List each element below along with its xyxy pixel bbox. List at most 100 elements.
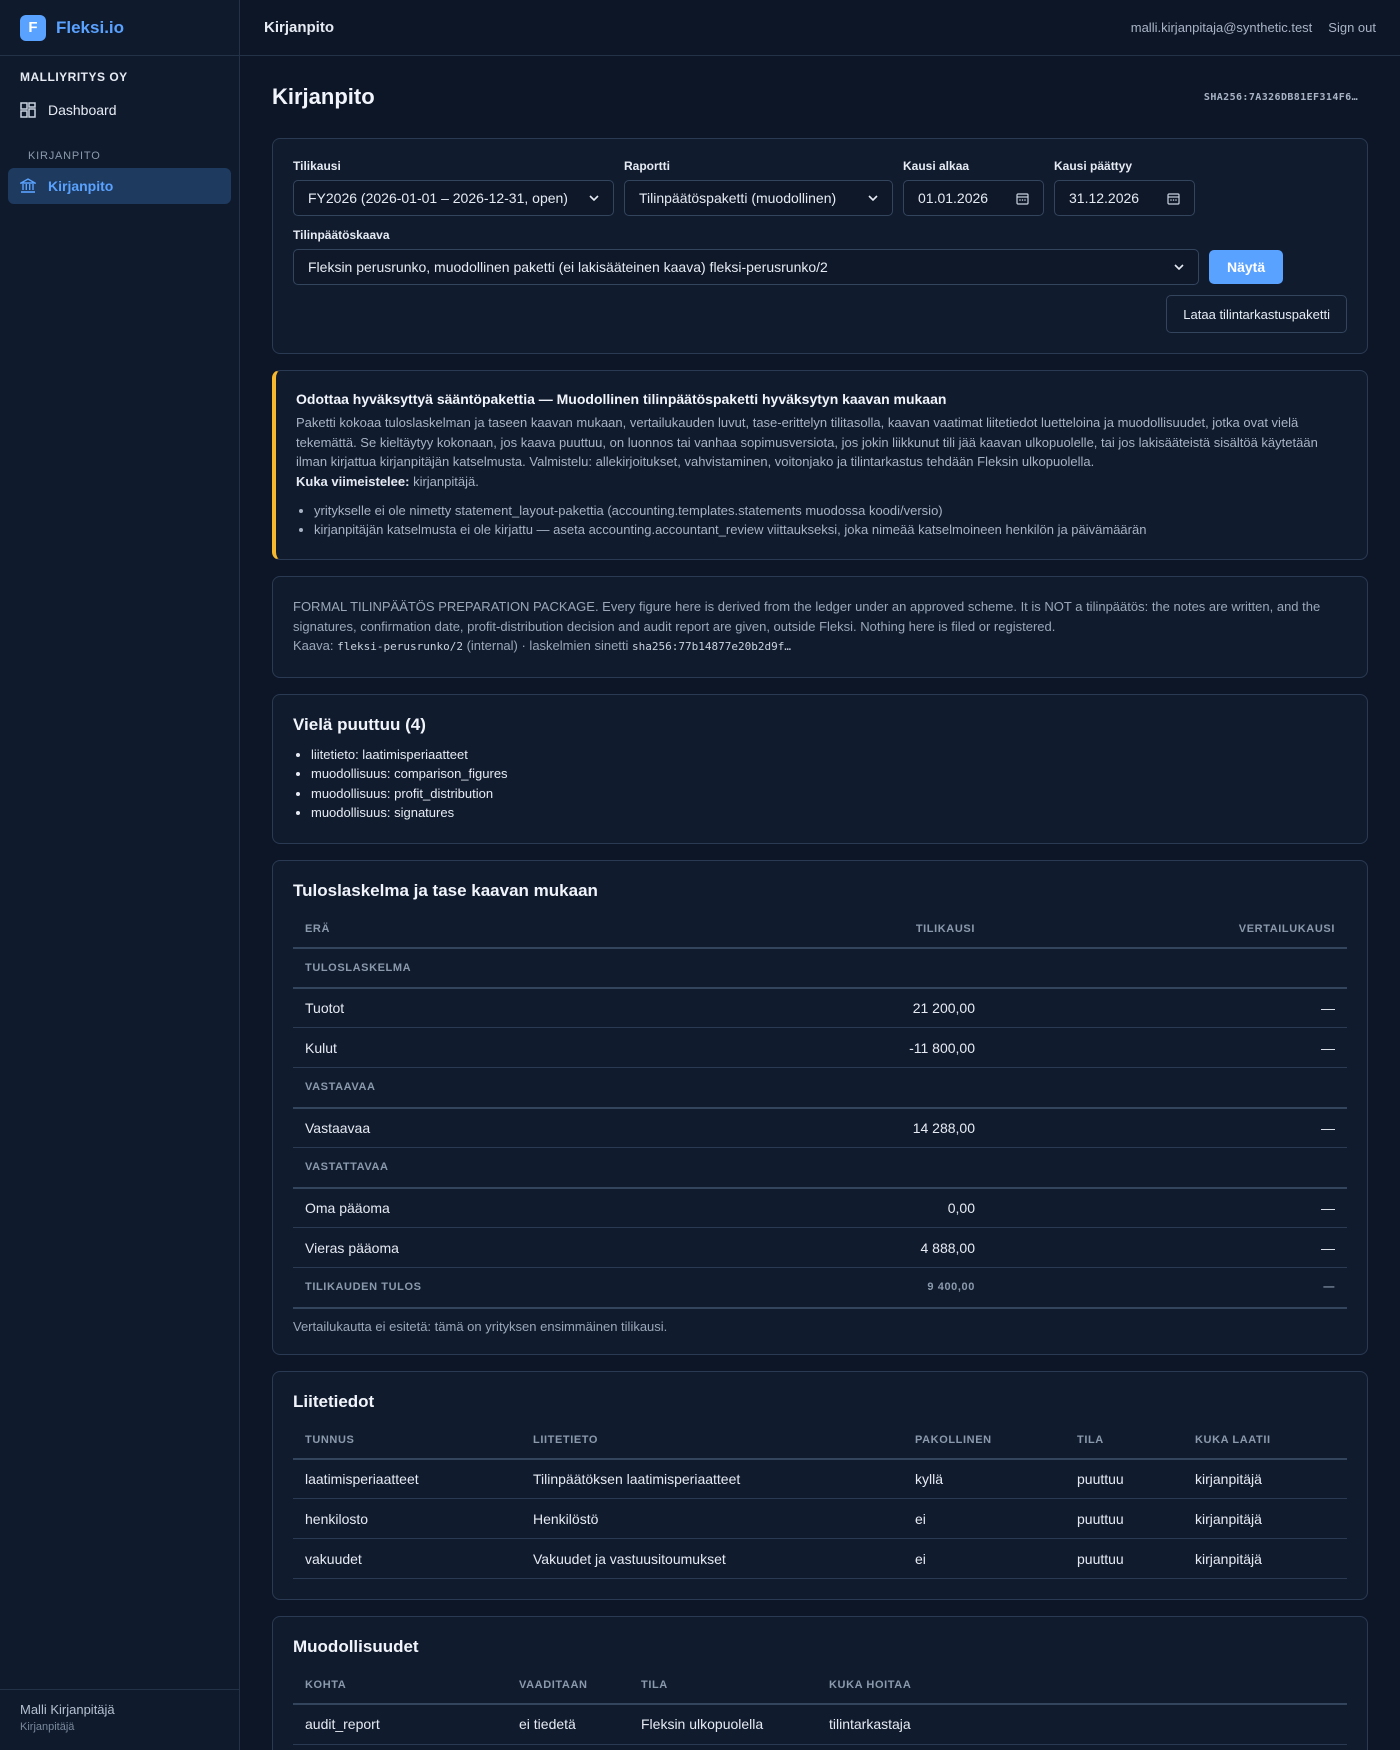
sidebar-section-label: KIRJANPITO bbox=[28, 150, 101, 162]
cell: vakuudet bbox=[293, 1538, 521, 1579]
warning-body-text: Paketti kokoaa tuloslaskelman ja taseen … bbox=[296, 415, 1318, 469]
sign-out-link[interactable]: Sign out bbox=[1328, 20, 1376, 35]
sidebar-item-dashboard[interactable]: Dashboard bbox=[8, 92, 231, 128]
calendar-icon[interactable] bbox=[1167, 192, 1180, 205]
cell: Henkilöstö bbox=[521, 1498, 903, 1539]
user-name: Malli Kirjanpitäjä bbox=[20, 1702, 115, 1717]
kaava-select[interactable]: Fleksin perusrunko, muodollinen paketti … bbox=[293, 249, 1199, 285]
cell: kirjanpitäjä bbox=[1183, 1498, 1347, 1539]
column-header: TILA bbox=[1065, 1421, 1183, 1460]
topbar-title: Kirjanpito bbox=[264, 19, 334, 36]
section-label: VASTATTAVAA bbox=[293, 1147, 1347, 1189]
column-header: KOHTA bbox=[293, 1667, 507, 1705]
row-label: Vieras pääoma bbox=[293, 1227, 767, 1268]
row-value: 4 888,00 bbox=[767, 1227, 987, 1268]
table-row: vakuudet Vakuudet ja vastuusitoumukset e… bbox=[293, 1538, 1347, 1579]
cell: audit_report bbox=[293, 1704, 507, 1745]
seal-hash: sha256:77b14877e20b2d9f… bbox=[632, 640, 791, 653]
cell: puuttuu bbox=[1065, 1538, 1183, 1579]
statements-title: Tuloslaskelma ja tase kaavan mukaan bbox=[293, 880, 598, 900]
chevron-down-icon bbox=[1174, 264, 1184, 270]
raportti-select[interactable]: Tilinpäätöspaketti (muodollinen) bbox=[624, 180, 893, 216]
row-comparison: — bbox=[987, 1187, 1347, 1228]
brand[interactable]: F Fleksi.io bbox=[0, 0, 239, 56]
ledger-hash: SHA256:7A326DB81EF314F6… bbox=[1203, 91, 1358, 103]
column-header: PAKOLLINEN bbox=[903, 1421, 1065, 1460]
tilikausi-select[interactable]: FY2026 (2026-01-01 – 2026-12-31, open) bbox=[293, 180, 614, 216]
column-header: KUKA HOITAA bbox=[817, 1667, 1347, 1705]
row-value: -11 800,00 bbox=[767, 1027, 987, 1068]
page-title: Kirjanpito bbox=[272, 84, 375, 109]
warning-title: Odottaa hyväksyttyä sääntöpakettia — Muo… bbox=[296, 391, 947, 407]
sidebar-item-label: Dashboard bbox=[48, 102, 117, 118]
brand-logo: F bbox=[20, 14, 46, 41]
package-info-card: FORMAL TILINPÄÄTÖS PREPARATION PACKAGE. … bbox=[272, 576, 1368, 678]
user-email: malli.kirjanpitaja@synthetic.test bbox=[1130, 20, 1313, 35]
section-row: VASTAAVAA bbox=[293, 1067, 1347, 1109]
table-row: Vieras pääoma 4 888,00 — bbox=[293, 1227, 1347, 1268]
list-item: muodollisuus: signatures bbox=[311, 803, 1347, 823]
column-header: TUNNUS bbox=[293, 1421, 521, 1460]
column-header: TILIKAUSI bbox=[767, 910, 987, 949]
row-comparison: — bbox=[987, 987, 1347, 1028]
statements-table: ERÄ TILIKAUSI VERTAILUKAUSI TULOSLASKELM… bbox=[293, 910, 1347, 1309]
list-item: kirjanpitäjän katselmusta ei ole kirjatt… bbox=[314, 520, 1347, 539]
download-audit-package-button[interactable]: Lataa tilintarkastuspaketti bbox=[1166, 295, 1347, 333]
row-value: 14 288,00 bbox=[767, 1107, 987, 1148]
kaava-prefix: Kaava: bbox=[293, 638, 334, 653]
section-label: TULOSLASKELMA bbox=[293, 947, 1347, 989]
total-value: 9 400,00 bbox=[767, 1267, 987, 1309]
bank-icon bbox=[20, 178, 36, 193]
kaava-label: Tilinpäätöskaava bbox=[293, 228, 390, 242]
calendar-icon[interactable] bbox=[1016, 192, 1029, 205]
table-row: Vastaavaa 14 288,00 — bbox=[293, 1107, 1347, 1148]
kaava-value: Fleksin perusrunko, muodollinen paketti … bbox=[308, 259, 828, 275]
kausi-alkaa-input[interactable]: 01.01.2026 bbox=[903, 180, 1044, 216]
kaava-code: fleksi-perusrunko/2 bbox=[337, 640, 463, 653]
brand-name: Fleksi.io bbox=[56, 17, 125, 37]
notes-table: TUNNUS LIITETIETO PAKOLLINEN TILA KUKA L… bbox=[293, 1421, 1347, 1579]
tilikausi-value: FY2026 (2026-01-01 – 2026-12-31, open) bbox=[308, 190, 568, 206]
row-label: Tuotot bbox=[293, 987, 767, 1028]
row-label: Oma pääoma bbox=[293, 1187, 767, 1228]
table-row: Oma pääoma 0,00 — bbox=[293, 1187, 1347, 1228]
table-row: Tuotot 21 200,00 — bbox=[293, 987, 1347, 1028]
chevron-down-icon bbox=[589, 195, 599, 201]
comparison-note: Vertailukautta ei esitetä: tämä on yrity… bbox=[293, 1318, 668, 1334]
column-header: KUKA LAATII bbox=[1183, 1421, 1347, 1460]
list-item: liitetieto: laatimisperiaatteet bbox=[311, 745, 1347, 765]
missing-items-card: Vielä puuttuu (4) liitetieto: laatimispe… bbox=[272, 693, 1368, 844]
sidebar-item-kirjanpito[interactable]: Kirjanpito bbox=[8, 168, 231, 204]
notes-card: Liitetiedot TUNNUS LIITETIETO PAKOLLINEN… bbox=[272, 1370, 1368, 1600]
dashboard-icon bbox=[20, 102, 36, 118]
user-info: Malli Kirjanpitäjä Kirjanpitäjä bbox=[0, 1689, 239, 1750]
warning-body: Paketti kokoaa tuloslaskelman ja taseen … bbox=[296, 413, 1347, 491]
list-item: yritykselle ei ole nimetty statement_lay… bbox=[314, 501, 1347, 520]
total-label: TILIKAUDEN TULOS bbox=[293, 1267, 767, 1309]
cell: tilintarkastaja bbox=[817, 1704, 1347, 1745]
warning-who-label: Kuka viimeistelee: bbox=[296, 473, 410, 489]
missing-title: Vielä puuttuu (4) bbox=[293, 714, 426, 734]
cell: Vakuudet ja vastuusitoumukset bbox=[521, 1538, 903, 1579]
report-filter-card: Tilikausi FY2026 (2026-01-01 – 2026-12-3… bbox=[272, 138, 1368, 354]
cell: ei tiedetä bbox=[507, 1704, 629, 1745]
info-body: FORMAL TILINPÄÄTÖS PREPARATION PACKAGE. … bbox=[293, 599, 1321, 634]
column-header: LIITETIETO bbox=[521, 1421, 903, 1460]
raportti-label: Raportti bbox=[624, 159, 670, 173]
list-item: muodollisuus: comparison_figures bbox=[311, 764, 1347, 784]
kausi-paattyy-label: Kausi päättyy bbox=[1054, 159, 1133, 173]
total-comparison: — bbox=[987, 1267, 1347, 1309]
kausi-paattyy-input[interactable]: 31.12.2026 bbox=[1054, 180, 1195, 216]
cell: laatimisperiaatteet bbox=[293, 1458, 521, 1499]
table-row: audit_report ei tiedetä Fleksin ulkopuol… bbox=[293, 1704, 1347, 1745]
nayta-button[interactable]: Näytä bbox=[1209, 250, 1284, 284]
cell: ei bbox=[903, 1538, 1065, 1579]
kausi-alkaa-label: Kausi alkaa bbox=[903, 159, 970, 173]
total-row: TILIKAUDEN TULOS 9 400,00 — bbox=[293, 1267, 1347, 1309]
pending-ruleset-warning: Odottaa hyväksyttyä sääntöpakettia — Muo… bbox=[272, 370, 1368, 560]
statements-card: Tuloslaskelma ja tase kaavan mukaan ERÄ … bbox=[272, 859, 1368, 1355]
raportti-value: Tilinpäätöspaketti (muodollinen) bbox=[639, 190, 837, 206]
kaava-suffix: (internal) · laskelmien sinetti bbox=[466, 638, 629, 653]
column-header: TILA bbox=[629, 1667, 817, 1705]
row-value: 0,00 bbox=[767, 1187, 987, 1228]
